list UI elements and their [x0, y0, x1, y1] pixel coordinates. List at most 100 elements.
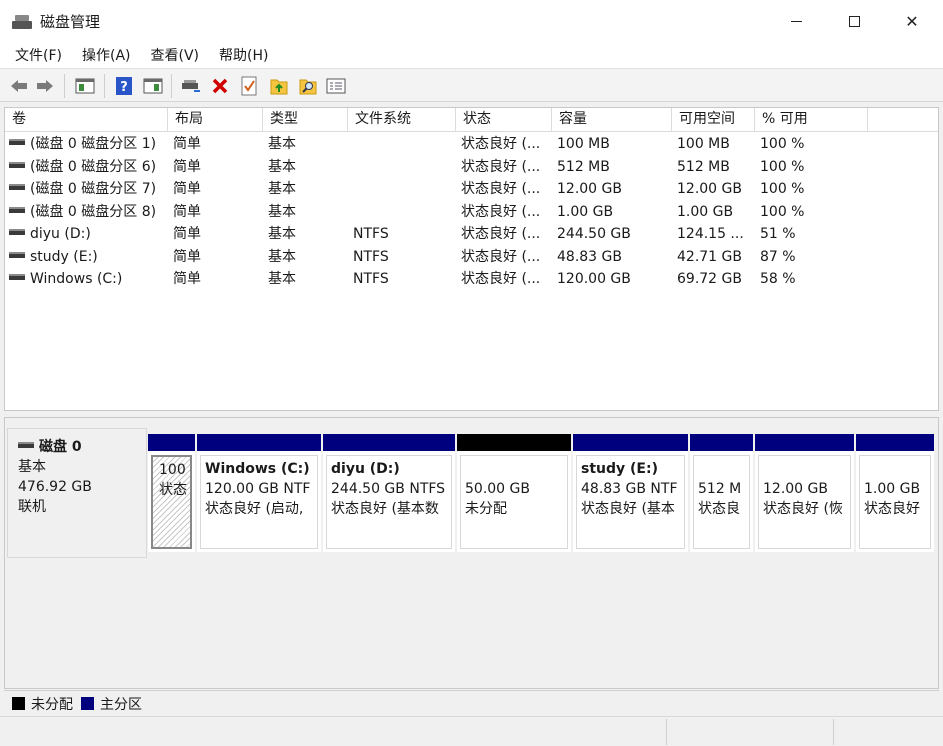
unallocated-block[interactable]: 50.00 GB 未分配 [457, 434, 571, 552]
drive-icon [9, 229, 25, 235]
free-space-cell: 124.15 ... [677, 226, 744, 242]
partition-block[interactable]: 512 M 状态良 [690, 434, 753, 552]
partition-block[interactable]: diyu (D:) 244.50 GB NTFS 状态良好 (基本数 [323, 434, 455, 552]
table-row[interactable]: diyu (D:) 简单 基本 NTFS 状态良好 (... 244.50 GB… [5, 223, 938, 245]
capacity-cell: 512 MB [557, 159, 610, 175]
import-up-icon[interactable] [268, 75, 290, 97]
type-cell: 基本 [268, 204, 296, 220]
volume-name: Windows (C:) [30, 271, 123, 287]
column-header-layout[interactable]: 布局 [168, 108, 263, 132]
percent-free-cell: 51 % [760, 226, 796, 242]
status-cell: 状态良好 (... [461, 271, 541, 287]
partition-bar [197, 434, 321, 451]
volume-list[interactable]: 卷 布局 类型 文件系统 状态 容量 可用空间 % 可用 (磁盘 0 磁盘分区 … [4, 107, 939, 411]
column-header-filesystem[interactable]: 文件系统 [348, 108, 456, 132]
legend: 未分配 主分区 [4, 690, 939, 716]
free-space-cell: 100 MB [677, 136, 730, 152]
maximize-button[interactable] [825, 0, 883, 42]
column-header-volume[interactable]: 卷 [5, 108, 168, 132]
column-header-status[interactable]: 状态 [456, 108, 552, 132]
menu-file[interactable]: 文件(F) [15, 45, 62, 65]
percent-free-cell: 87 % [760, 249, 796, 265]
filesystem-cell [353, 201, 456, 223]
forward-icon[interactable] [34, 75, 56, 97]
capacity-cell: 120.00 GB [557, 271, 631, 287]
type-cell: 基本 [268, 249, 296, 265]
partition-size: 512 M [698, 481, 742, 497]
partition-bar [573, 434, 688, 451]
partition-size: 12.00 GB [763, 481, 828, 497]
legend-swatch-unallocated [12, 697, 25, 710]
capacity-cell: 12.00 GB [557, 181, 622, 197]
table-row[interactable]: (磁盘 0 磁盘分区 8) 简单 基本 状态良好 (... 1.00 GB 1.… [5, 201, 938, 223]
disk-type: 基本 [18, 459, 46, 475]
filesystem-cell [353, 156, 456, 178]
capacity-cell: 48.83 GB [557, 249, 622, 265]
layout-cell: 简单 [173, 226, 201, 242]
partition-block[interactable]: 12.00 GB 状态良好 (恢 [755, 434, 854, 552]
disk-size: 476.92 GB [18, 479, 92, 495]
check-icon[interactable] [238, 75, 260, 97]
list-icon[interactable] [325, 75, 347, 97]
capacity-cell: 1.00 GB [557, 204, 614, 220]
free-space-cell: 12.00 GB [677, 181, 742, 197]
type-cell: 基本 [268, 226, 296, 242]
status-bar-divider [666, 719, 667, 745]
percent-free-cell: 100 % [760, 136, 805, 152]
partition-size: 50.00 GB [465, 481, 530, 497]
partition-size: 244.50 GB NTFS [331, 481, 446, 497]
menu-view[interactable]: 查看(V) [151, 45, 200, 65]
partition-block[interactable]: 1.00 GB 状态良好 [856, 434, 934, 552]
disk-info[interactable]: 磁盘 0 基本 476.92 GB 联机 [7, 428, 147, 558]
partition-block[interactable]: 100 状态 [148, 434, 195, 552]
search-icon[interactable] [297, 75, 319, 97]
action-pane-icon[interactable] [142, 75, 164, 97]
partition-block[interactable]: Windows (C:) 120.00 GB NTF 状态良好 (启动, [197, 434, 321, 552]
properties-pane-icon[interactable] [74, 75, 96, 97]
column-header-type[interactable]: 类型 [263, 108, 348, 132]
delete-icon[interactable] [209, 75, 231, 97]
disk-management-icon [12, 13, 32, 29]
table-row[interactable]: (磁盘 0 磁盘分区 1) 简单 基本 状态良好 (... 100 MB 100… [5, 133, 938, 155]
partition-status: 状态良好 (恢 [763, 501, 843, 517]
svg-text:?: ? [120, 80, 128, 95]
table-row[interactable]: (磁盘 0 磁盘分区 7) 简单 基本 状态良好 (... 12.00 GB 1… [5, 178, 938, 200]
column-header-capacity[interactable]: 容量 [552, 108, 672, 132]
status-cell: 状态良好 (... [461, 249, 541, 265]
column-header-free-space[interactable]: 可用空间 [672, 108, 755, 132]
minimize-button[interactable] [767, 0, 825, 42]
table-row[interactable]: study (E:) 简单 基本 NTFS 状态良好 (... 48.83 GB… [5, 246, 938, 268]
layout-cell: 简单 [173, 204, 201, 220]
menu-help[interactable]: 帮助(H) [219, 45, 268, 65]
status-bar-divider [833, 719, 834, 745]
connect-drive-icon[interactable] [180, 75, 202, 97]
layout-cell: 简单 [173, 181, 201, 197]
close-button[interactable]: ✕ [883, 0, 941, 42]
partition-bar [148, 434, 195, 451]
legend-label-unallocated: 未分配 [31, 696, 73, 713]
minimize-icon [790, 20, 802, 22]
column-header-percent-free[interactable]: % 可用 [755, 108, 868, 132]
menu-action[interactable]: 操作(A) [82, 45, 131, 65]
table-row[interactable]: Windows (C:) 简单 基本 NTFS 状态良好 (... 120.00… [5, 268, 938, 290]
percent-free-cell: 100 % [760, 159, 805, 175]
partition-block[interactable]: study (E:) 48.83 GB NTF 状态良好 (基本 [573, 434, 688, 552]
partition-status: 状态良好 (启动, [205, 501, 304, 517]
type-cell: 基本 [268, 136, 296, 152]
volume-name: study (E:) [30, 249, 98, 265]
drive-icon [9, 184, 25, 190]
legend-swatch-primary [81, 697, 94, 710]
volume-name: (磁盘 0 磁盘分区 6) [30, 159, 157, 175]
title-bar: 磁盘管理 ✕ [0, 0, 943, 42]
free-space-cell: 69.72 GB [677, 271, 742, 287]
volume-name: (磁盘 0 磁盘分区 8) [30, 204, 157, 220]
capacity-cell: 100 MB [557, 136, 610, 152]
table-row[interactable]: (磁盘 0 磁盘分区 6) 简单 基本 状态良好 (... 512 MB 512… [5, 156, 938, 178]
type-cell: 基本 [268, 159, 296, 175]
status-bar [0, 716, 943, 746]
back-icon[interactable] [8, 75, 30, 97]
volume-name: (磁盘 0 磁盘分区 7) [30, 181, 157, 197]
help-icon[interactable]: ? [113, 75, 135, 97]
toolbar: ? [0, 68, 943, 102]
disk-graphical-view[interactable]: 磁盘 0 基本 476.92 GB 联机 100 状态 Windows (C:)… [4, 417, 939, 689]
